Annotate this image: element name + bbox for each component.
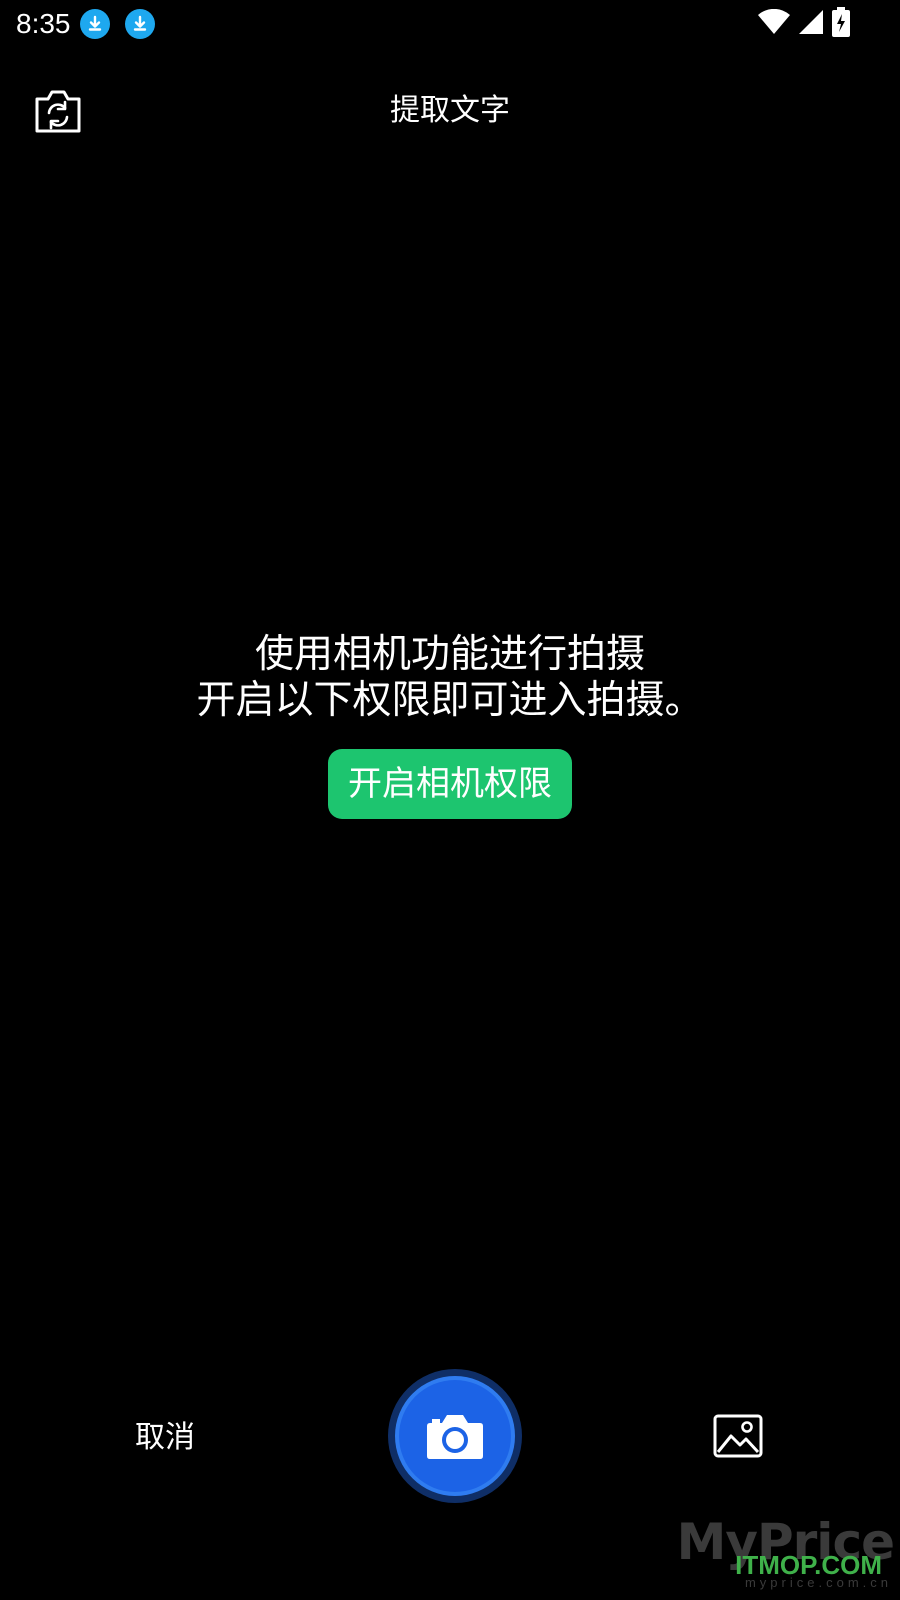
page-title: 提取文字: [390, 93, 510, 128]
permission-prompt: 使用相机功能进行拍摄 开启以下权限即可进入拍摄。: [0, 632, 900, 724]
shutter-core: [399, 1380, 511, 1492]
watermark-sub-text: myprice.com.cn: [744, 1575, 892, 1590]
download-icon: [125, 9, 155, 39]
shutter-ring: [395, 1376, 515, 1496]
wifi-icon: [758, 8, 790, 39]
shutter-button[interactable]: [388, 1369, 522, 1503]
gallery-icon: [713, 1414, 763, 1462]
cancel-button[interactable]: 取消: [115, 1416, 215, 1460]
cellular-signal-icon: [798, 9, 824, 39]
status-bar: 8:35: [0, 0, 900, 48]
watermark: MyPrice ITMOP.COM myprice.com.cn: [677, 1510, 895, 1590]
gallery-button[interactable]: [713, 1414, 763, 1458]
enable-camera-permission-button[interactable]: 开启相机权限: [328, 749, 572, 819]
system-icons: [758, 7, 850, 41]
battery-charging-icon: [832, 7, 850, 41]
status-time: 8:35: [16, 8, 71, 39]
prompt-line-2: 开启以下权限即可进入拍摄。: [196, 678, 704, 723]
camera-screen: 8:35 提取文字 使用相机功能进行拍摄 开启以下权限即可进入拍摄。 开启相机权…: [0, 0, 900, 1600]
download-icon: [80, 9, 110, 39]
prompt-line-1: 使用相机功能进行拍摄: [254, 632, 645, 677]
